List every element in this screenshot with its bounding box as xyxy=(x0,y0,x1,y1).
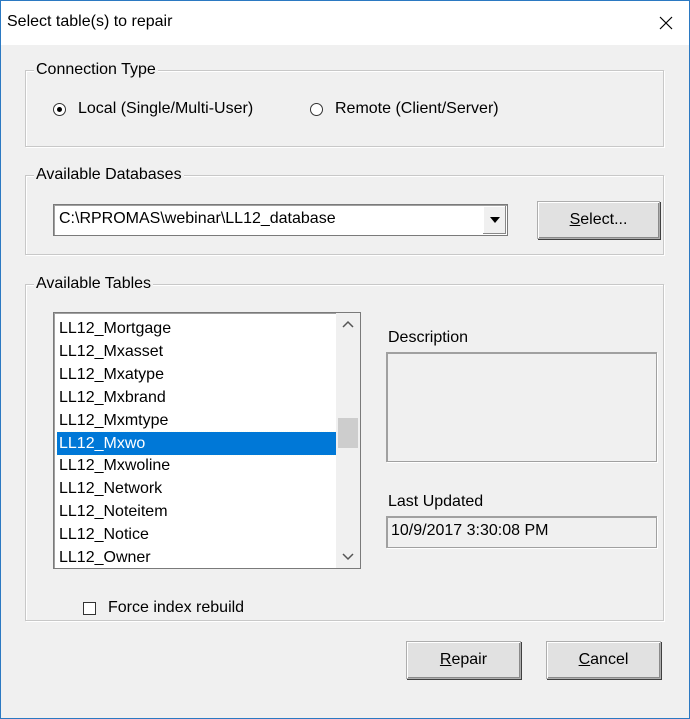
table-list-item[interactable]: LL12_Notice xyxy=(57,523,337,546)
scroll-up-button[interactable] xyxy=(336,313,360,335)
chevron-up-icon xyxy=(342,320,354,328)
tables-scrollbar[interactable] xyxy=(336,313,360,568)
table-list-item[interactable]: LL12_Network xyxy=(57,477,337,500)
local-radio-label: Local (Single/Multi-User) xyxy=(78,100,254,117)
remote-radio-button[interactable] xyxy=(310,102,323,116)
table-list-item[interactable]: LL12_Mxwoline xyxy=(57,454,337,477)
table-list-item[interactable]: LL12_Mxasset xyxy=(57,340,337,363)
title-bar: Select table(s) to repair xyxy=(1,1,689,45)
chevron-down-icon xyxy=(489,217,500,223)
scroll-down-button[interactable] xyxy=(336,546,360,568)
description-label: Description xyxy=(388,329,469,346)
last-updated-box: 10/9/2017 3:30:08 PM xyxy=(386,516,657,548)
local-radio[interactable]: Local (Single/Multi-User) xyxy=(53,100,253,118)
database-dropdown[interactable]: C:\RPROMAS\webinar\LL12_database xyxy=(53,204,508,236)
select-database-button-label: Select... xyxy=(569,211,628,228)
remote-radio[interactable]: Remote (Client/Server) xyxy=(310,100,499,118)
repair-button[interactable]: Repair xyxy=(406,641,521,679)
table-list-item[interactable]: LL12_Mxbrand xyxy=(57,386,337,409)
database-dropdown-arrow[interactable] xyxy=(482,206,506,234)
table-list-item[interactable]: LL12_Mortgage xyxy=(57,317,337,340)
table-list-item[interactable]: LL12_Noteitem xyxy=(57,500,337,523)
force-index-checkbox[interactable]: Force index rebuild xyxy=(83,599,244,617)
available-tables-legend: Available Tables xyxy=(34,274,154,294)
database-dropdown-value: C:\RPROMAS\webinar\LL12_database xyxy=(59,210,336,227)
table-list-item[interactable]: LL12_Mxwo xyxy=(56,430,338,456)
cancel-button[interactable]: Cancel xyxy=(546,641,661,679)
scroll-thumb[interactable] xyxy=(338,418,358,448)
table-list-item[interactable]: LL12_Owner xyxy=(57,546,337,568)
select-database-button[interactable]: Select... xyxy=(537,201,660,239)
cancel-button-label: Cancel xyxy=(578,651,629,668)
tables-listbox[interactable]: LL12_Mortgage LL12_Mxasset LL12_Mxatype LL1… xyxy=(53,312,361,569)
last-updated-label: Last Updated xyxy=(388,493,484,510)
available-databases-legend: Available Databases xyxy=(34,165,184,185)
local-radio-button[interactable] xyxy=(53,102,66,116)
force-index-label: Force index rebuild xyxy=(108,599,245,616)
window-title: Select table(s) to repair xyxy=(7,13,173,30)
repair-button-label: Repair xyxy=(439,651,488,668)
table-list-item[interactable]: LL12_Mxmtype xyxy=(57,409,337,432)
close-icon xyxy=(659,16,673,30)
connection-type-legend: Connection Type xyxy=(34,60,158,80)
close-button[interactable] xyxy=(643,1,689,45)
remote-radio-label: Remote (Client/Server) xyxy=(335,100,499,117)
table-list-item[interactable]: LL12_Mxatype xyxy=(57,363,337,386)
repair-dialog: Select table(s) to repair Connection Typ… xyxy=(0,0,690,719)
last-updated-value: 10/9/2017 3:30:08 PM xyxy=(391,522,549,539)
chevron-down-icon xyxy=(342,553,354,561)
description-box xyxy=(386,352,657,462)
force-index-checkbox-box[interactable] xyxy=(83,601,96,615)
